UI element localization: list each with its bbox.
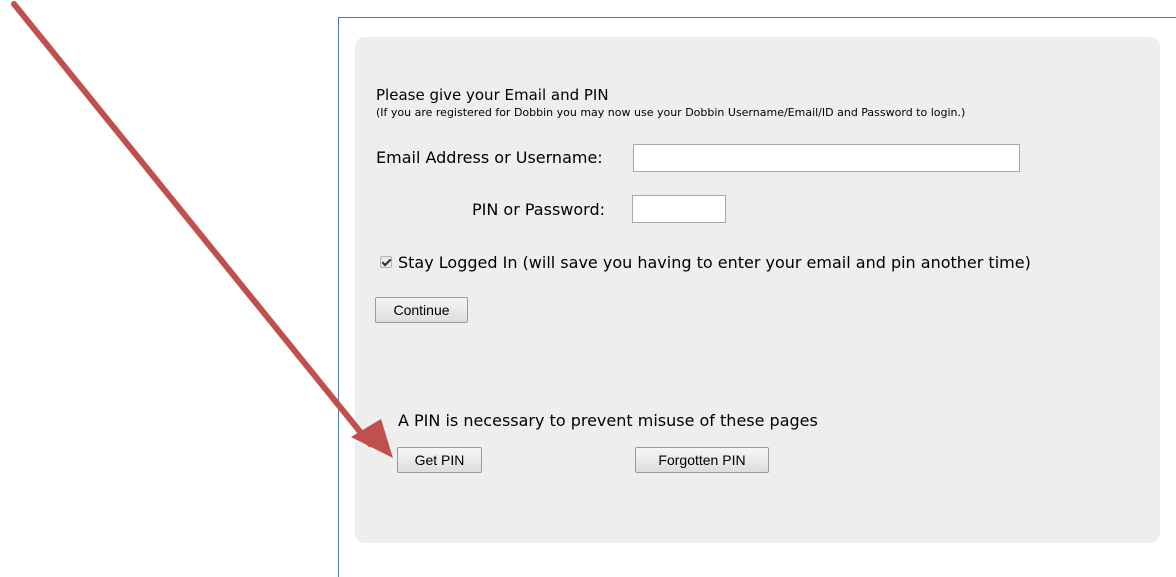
dobbin-login-note: (If you are registered for Dobbin you ma…: [376, 106, 966, 119]
login-heading: Please give your Email and PIN: [376, 86, 609, 104]
stay-logged-in-label: Stay Logged In (will save you having to …: [398, 253, 1031, 272]
arrow-shaft: [11, 1, 373, 447]
get-pin-button[interactable]: Get PIN: [397, 447, 482, 473]
pin-input[interactable]: [632, 195, 726, 223]
forgotten-pin-button[interactable]: Forgotten PIN: [635, 447, 769, 473]
pin-necessity-note: A PIN is necessary to prevent misuse of …: [398, 411, 818, 430]
continue-button[interactable]: Continue: [375, 297, 468, 323]
pin-label: PIN or Password:: [472, 200, 605, 219]
email-input[interactable]: [633, 144, 1020, 172]
stay-logged-in-row[interactable]: Stay Logged In (will save you having to …: [380, 253, 1031, 272]
stay-logged-in-checkbox[interactable]: [380, 255, 392, 268]
email-label: Email Address or Username:: [376, 148, 603, 167]
